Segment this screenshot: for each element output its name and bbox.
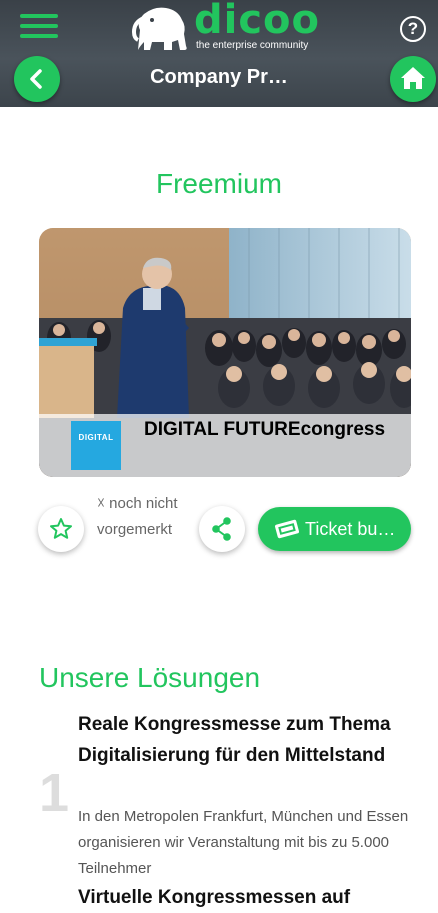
event-name: DIGITAL FUTUREcongress [144, 419, 386, 440]
logo-wordmark: dicoo [194, 0, 321, 43]
share-icon [212, 517, 231, 541]
back-arrow-icon [30, 69, 42, 89]
solution-number: 1 [39, 763, 70, 823]
logo-tagline: the enterprise community [196, 40, 309, 51]
home-button[interactable] [390, 56, 436, 102]
back-button[interactable] [14, 56, 60, 102]
ticket-button[interactable]: Ticket bu… [258, 507, 411, 551]
page-title: Company Pr… [150, 66, 288, 88]
solution-title: Virtuelle Kongressmessen auf [78, 887, 351, 908]
star-icon [50, 518, 72, 539]
event-card[interactable]: DIGITAL DIGITAL FUTUREcongress [39, 228, 411, 477]
bookmark-status: ☓ noch nicht vorgemerkt [97, 495, 178, 538]
share-button[interactable] [199, 506, 245, 552]
solutions-heading: Unsere Lösungen [39, 662, 261, 693]
solution-description: In den Metropolen Frankfurt, München und… [78, 808, 409, 877]
event-logo: DIGITAL [71, 421, 121, 470]
solution-title: Reale Kongressmesse zum Thema Digitalisi… [78, 714, 391, 766]
ticket-icon [275, 519, 299, 539]
bookmark-button[interactable] [38, 506, 84, 552]
app-logo: dicoo the enterprise community [130, 0, 330, 55]
ticket-label: Ticket bu… [305, 519, 396, 539]
app-header: dicoo the enterprise community ? Company… [0, 0, 438, 107]
home-icon [401, 67, 425, 89]
elephant-icon [131, 7, 187, 51]
tier-label: Freemium [155, 168, 282, 199]
help-icon[interactable]: ? [400, 16, 426, 42]
menu-icon[interactable] [20, 12, 60, 40]
